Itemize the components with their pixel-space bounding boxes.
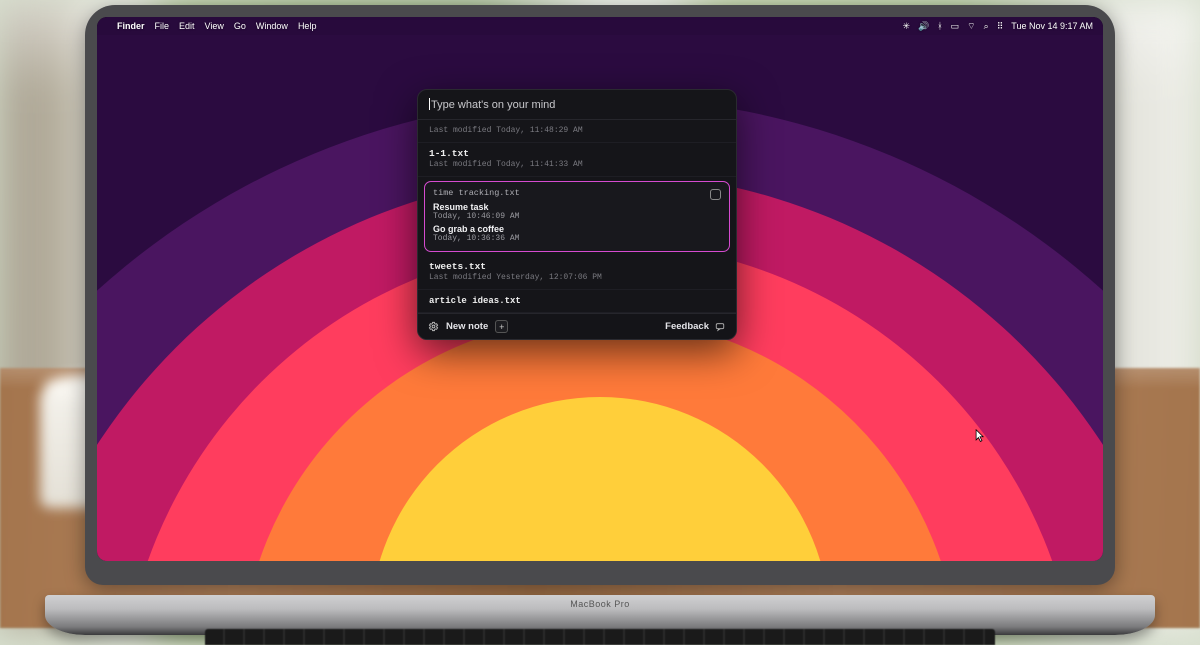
list-item[interactable]: 1-1.txt Last modified Today, 11:41:33 AM (418, 143, 736, 177)
menubar-app-name[interactable]: Finder (117, 21, 145, 31)
status-icon[interactable]: ✳︎ (902, 21, 910, 32)
laptop-lid: Finder File Edit View Go Window Help ✳︎ … (85, 5, 1115, 585)
menubar-item[interactable]: Help (298, 21, 317, 31)
new-note-button[interactable]: New note (446, 321, 488, 332)
volume-icon[interactable]: 🔊 (918, 21, 929, 32)
wifi-icon[interactable]: ⌔ (967, 21, 975, 32)
selected-file-name: time tracking.txt (433, 188, 721, 198)
menubar-item[interactable]: View (205, 21, 224, 31)
list-item-subtitle: Last modified Today, 11:41:33 AM (429, 160, 725, 169)
macos-desktop: Finder File Edit View Go Window Help ✳︎ … (97, 17, 1103, 561)
entry-title: Go grab a coffee (433, 224, 721, 234)
control-center-icon[interactable]: ⠿ (997, 21, 1004, 32)
list-item-selected[interactable]: time tracking.txt Resume task Today, 10:… (424, 181, 730, 252)
laptop-screen: Finder File Edit View Go Window Help ✳︎ … (97, 17, 1103, 561)
bluetooth-icon[interactable]: ᚼ (937, 21, 942, 31)
menubar-item[interactable]: File (155, 21, 170, 31)
text-caret (429, 98, 430, 110)
notes-launcher-panel: Type what's on your mind Last modified T… (417, 89, 737, 340)
menubar-clock[interactable]: Tue Nov 14 9:17 AM (1011, 21, 1093, 31)
list-item-title: tweets.txt (429, 261, 725, 272)
list-item[interactable]: Last modified Today, 11:48:29 AM (418, 120, 736, 143)
search-input[interactable]: Type what's on your mind (418, 90, 736, 120)
keyboard-edge (205, 629, 995, 645)
feedback-button[interactable]: Feedback (665, 321, 709, 332)
list-item-subtitle: Last modified Today, 11:48:29 AM (429, 126, 725, 135)
macbook: Finder File Edit View Go Window Help ✳︎ … (85, 5, 1115, 625)
menubar-item[interactable]: Go (234, 21, 246, 31)
gear-icon[interactable] (428, 321, 439, 332)
new-note-shortcut: + (495, 320, 508, 333)
laptop-base: MacBook Pro (45, 595, 1155, 635)
panel-footer: New note + Feedback (418, 313, 736, 339)
pin-icon[interactable] (710, 189, 721, 200)
laptop-model-label: MacBook Pro (45, 599, 1155, 609)
battery-icon[interactable]: ▭ (951, 21, 960, 32)
menubar-item[interactable]: Edit (179, 21, 195, 31)
chat-bubble-icon (714, 322, 726, 332)
entry-time: Today, 10:36:36 AM (433, 234, 721, 243)
result-list: Last modified Today, 11:48:29 AM 1-1.txt… (418, 120, 736, 313)
menubar-item[interactable]: Window (256, 21, 288, 31)
list-item-subtitle: Last modified Yesterday, 12:07:06 PM (429, 273, 725, 282)
entry-title: Resume task (433, 202, 721, 212)
mouse-cursor-icon (975, 429, 985, 443)
search-placeholder: Type what's on your mind (431, 99, 555, 111)
macos-menubar: Finder File Edit View Go Window Help ✳︎ … (97, 17, 1103, 35)
list-item-title: article ideas.txt (429, 296, 725, 306)
list-item[interactable]: article ideas.txt (418, 290, 736, 313)
search-icon[interactable]: ⌕ (984, 21, 989, 32)
list-item-title: 1-1.txt (429, 148, 725, 159)
list-item[interactable]: tweets.txt Last modified Yesterday, 12:0… (418, 256, 736, 290)
entry-time: Today, 10:46:09 AM (433, 212, 721, 221)
